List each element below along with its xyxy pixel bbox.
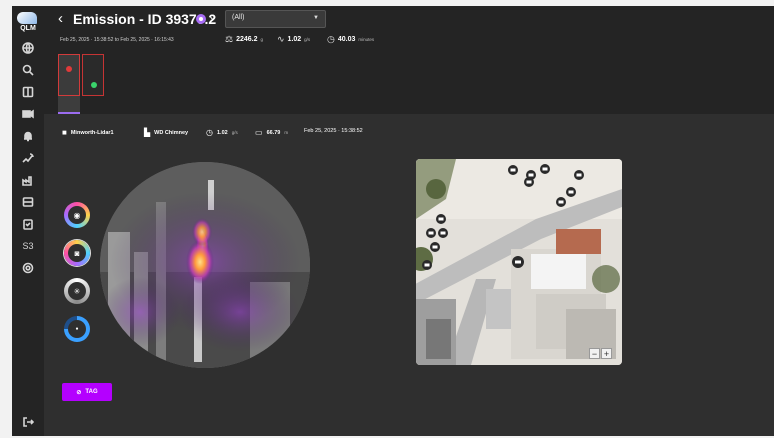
stat-value: 2246.2: [236, 36, 258, 43]
sun-icon: ✳: [68, 282, 86, 300]
emission-header: ‹ Emission - ID 39370.2 › (All) ▼ Feb 25…: [44, 6, 774, 114]
trend-icon: ∿: [277, 34, 285, 44]
map-marker-icon[interactable]: [512, 255, 524, 273]
map-marker-icon[interactable]: [524, 174, 534, 192]
zoom-in-button[interactable]: +: [601, 348, 612, 359]
green-marker-icon: [91, 82, 97, 88]
date-end: Feb 25, 2025 · 16:15:43: [120, 37, 174, 43]
building-icon: ▙: [144, 128, 151, 137]
map-marker-icon[interactable]: [508, 162, 518, 180]
stat-total-mass: ⚖ 2246.2 g: [225, 34, 263, 45]
logo-swoosh-icon: [17, 12, 37, 24]
filter-select-value: (All): [232, 14, 245, 21]
camera-plume-view[interactable]: [100, 162, 310, 368]
camera-icon[interactable]: [20, 106, 36, 122]
date-separator: to: [114, 37, 119, 43]
date-range: Feb 25, 2025 · 15:38:52 to Feb 25, 2025 …: [60, 37, 174, 43]
stat-value: 40.03: [337, 36, 356, 43]
tag-button-label: TAG: [85, 389, 98, 395]
brightness-control[interactable]: ✳: [64, 278, 90, 304]
timestamp: Feb 25, 2025 · 15:38:52: [304, 128, 363, 134]
clipboard-icon[interactable]: [20, 216, 36, 232]
opacity-control[interactable]: ●: [64, 316, 90, 342]
logout-icon[interactable]: [20, 414, 36, 430]
status-dot-icon: [196, 14, 206, 24]
distance-value: 66.79: [266, 129, 281, 136]
page-title: Emission - ID 39370.2: [73, 11, 217, 27]
clock-icon: ◷: [327, 34, 335, 44]
camera-icon: ◙: [68, 244, 86, 262]
rate-value: 1.02: [216, 129, 228, 136]
main-panel: ‹ Emission - ID 39370.2 › (All) ▼ Feb 25…: [44, 6, 774, 436]
ruler-icon: ▭: [255, 128, 263, 137]
factory-icon[interactable]: [20, 172, 36, 188]
zoom-out-button[interactable]: −: [589, 348, 600, 359]
stat-unit: g/s: [304, 37, 311, 42]
sensor-info: ■ Minworth-Lidar1: [62, 128, 114, 137]
camera-view-toggle[interactable]: ◙: [64, 240, 90, 266]
search-icon[interactable]: [20, 62, 36, 78]
frame-thumbnail[interactable]: [82, 54, 104, 96]
rate-unit: g/s: [231, 130, 238, 135]
map-marker-icon[interactable]: [566, 184, 576, 202]
plume-overlay-image: [100, 162, 310, 368]
timestamp-info: Feb 25, 2025 · 15:38:52: [304, 128, 363, 134]
back-chevron-icon[interactable]: ‹: [58, 10, 63, 27]
satellite-map[interactable]: − +: [416, 159, 622, 365]
bell-icon[interactable]: [20, 128, 36, 144]
globe-icon[interactable]: [20, 40, 36, 56]
camera-icon: ■: [62, 128, 67, 137]
forward-chevron-icon[interactable]: ›: [209, 10, 214, 26]
map-marker-icon[interactable]: [430, 239, 440, 257]
stat-unit: g: [260, 37, 264, 42]
map-marker-icon[interactable]: [422, 257, 432, 275]
signal-icon[interactable]: [20, 150, 36, 166]
opacity-icon: ●: [68, 320, 86, 338]
qlm-logo[interactable]: QLM: [15, 10, 41, 34]
detail-infobar: ■ Minworth-Lidar1 ▙ WD Chimney ◷ 1.02 g/…: [62, 128, 582, 140]
weight-icon: ⚖: [225, 34, 234, 44]
chevron-down-icon: ▼: [313, 15, 319, 21]
map-marker-icon[interactable]: [574, 167, 584, 185]
map-marker-icon[interactable]: [556, 194, 566, 212]
stopwatch-icon: ◷: [206, 128, 213, 137]
stat-value: 1.02: [287, 36, 302, 43]
source-name: WD Chimney: [154, 129, 189, 136]
date-start: Feb 25, 2025 · 15:38:52: [60, 37, 114, 43]
distance-info: ▭ 66.79 m: [255, 128, 288, 137]
source-info: ▙ WD Chimney: [144, 128, 188, 137]
stat-rate: ∿ 1.02 g/s: [277, 34, 310, 45]
settings-icon[interactable]: [20, 260, 36, 276]
map-zoom-controls: − +: [589, 348, 612, 359]
map-marker-icon[interactable]: [540, 161, 550, 179]
book-icon[interactable]: [20, 84, 36, 100]
frame-thumbnail[interactable]: [58, 54, 80, 96]
tag-icon: ⊘: [76, 389, 82, 396]
distance-unit: m: [284, 130, 289, 135]
s3-icon[interactable]: S3: [20, 238, 36, 254]
sensor-name: Minworth-Lidar1: [70, 129, 114, 136]
sidebar: QLM S3: [12, 6, 44, 436]
tag-button[interactable]: ⊘ TAG: [62, 383, 112, 401]
selected-frame-indicator: [58, 96, 80, 114]
red-marker-icon: [66, 66, 72, 72]
visibility-toggle[interactable]: ◉: [64, 202, 90, 228]
logo-text: QLM: [20, 25, 36, 32]
rate-info: ◷ 1.02 g/s: [206, 128, 238, 137]
stat-unit: minutes: [358, 37, 375, 42]
server-icon[interactable]: [20, 194, 36, 210]
stat-duration: ◷ 40.03 minutes: [327, 34, 374, 45]
eye-icon: ◉: [68, 206, 86, 224]
filter-select[interactable]: (All) ▼: [225, 10, 326, 28]
frame-thumbnails: [56, 54, 106, 116]
